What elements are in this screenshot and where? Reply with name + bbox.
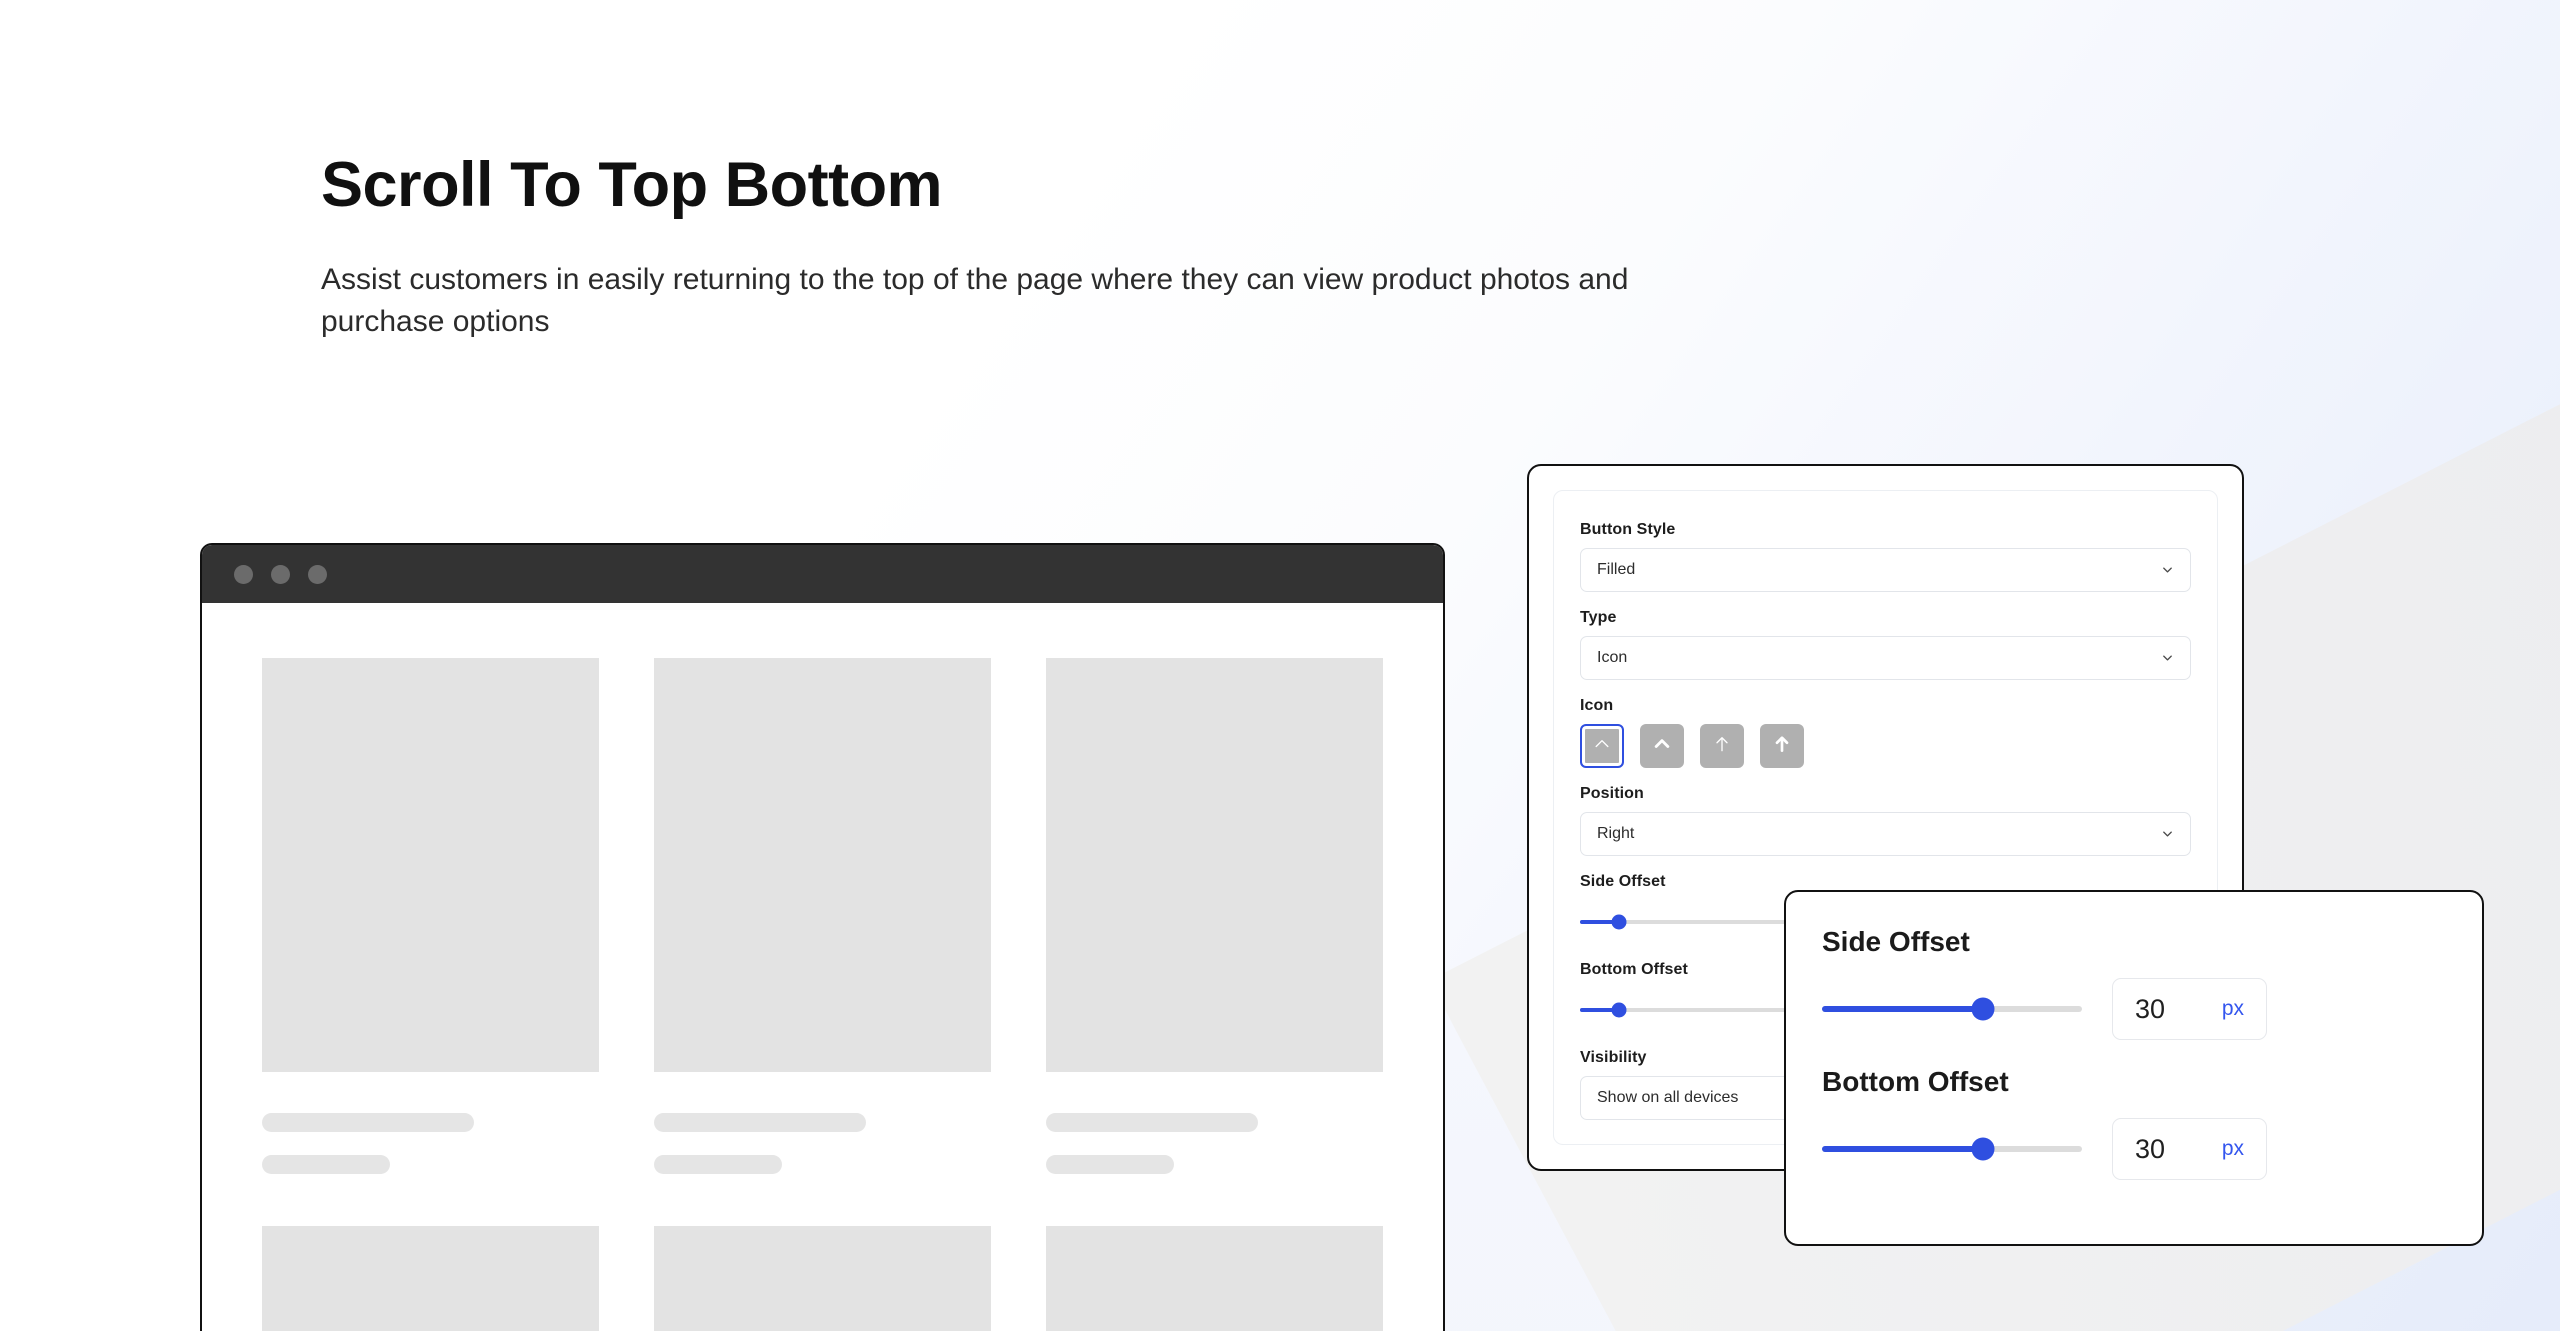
- type-label: Type: [1580, 609, 1617, 626]
- callout-side-offset-slider[interactable]: [1822, 997, 2082, 1021]
- product-title-placeholder: [262, 1113, 475, 1132]
- icon-choice-chevron-up-bold[interactable]: [1640, 724, 1684, 768]
- arrow-up-bold-icon: [1772, 734, 1792, 759]
- product-card[interactable]: [654, 1226, 991, 1331]
- window-close-dot-icon[interactable]: [234, 564, 253, 584]
- callout-side-offset-knob[interactable]: [1971, 997, 1995, 1021]
- icon-label: Icon: [1580, 697, 1614, 714]
- callout-side-offset-fill: [1822, 1006, 1984, 1012]
- callout-bottom-offset-slider[interactable]: [1822, 1137, 2082, 1161]
- chevron-up-bold-icon: [1652, 734, 1672, 759]
- callout-bottom-offset-input[interactable]: 30 px: [2112, 1118, 2267, 1180]
- side-offset-slider-knob[interactable]: [1611, 914, 1627, 930]
- callout-bottom-offset-value: 30: [2135, 1133, 2166, 1164]
- product-grid-row-2: [262, 1226, 1383, 1331]
- page-root: Scroll To Top Bottom Assist customers in…: [0, 0, 2560, 1331]
- button-style-label: Button Style: [1580, 521, 1676, 538]
- product-title-placeholder: [1046, 1113, 1259, 1132]
- window-maximize-dot-icon[interactable]: [308, 564, 327, 584]
- browser-titlebar: [202, 545, 1443, 603]
- product-title-placeholder: [654, 1113, 867, 1132]
- product-card[interactable]: [654, 658, 991, 1174]
- hero-section: Scroll To Top Bottom Assist customers in…: [321, 150, 1781, 344]
- callout-bottom-offset-label: Bottom Offset: [1822, 1066, 2009, 1097]
- type-select[interactable]: Icon: [1580, 636, 2191, 680]
- callout-side-offset-input[interactable]: 30 px: [2112, 978, 2267, 1040]
- product-grid-row-1: [262, 658, 1383, 1174]
- browser-content: [202, 603, 1443, 1331]
- product-card[interactable]: [262, 1226, 599, 1331]
- page-title: Scroll To Top Bottom: [321, 150, 943, 220]
- browser-mockup: [200, 543, 1445, 1331]
- callout-bottom-offset-knob[interactable]: [1971, 1137, 1995, 1161]
- product-card[interactable]: [262, 658, 599, 1174]
- callout-side-offset-row: 30 px: [1822, 978, 2446, 1040]
- window-minimize-dot-icon[interactable]: [271, 564, 290, 584]
- product-card[interactable]: [1046, 1226, 1383, 1331]
- arrow-up-thin-icon: [1712, 734, 1732, 759]
- button-style-value: Filled: [1597, 561, 1636, 578]
- chevron-down-icon: [2160, 651, 2175, 666]
- chevron-down-icon: [2160, 563, 2175, 578]
- side-offset-label: Side Offset: [1580, 873, 1666, 890]
- field-icon: Icon: [1580, 697, 2191, 768]
- callout-side-offset-label: Side Offset: [1822, 926, 1970, 957]
- product-image-placeholder: [262, 658, 599, 1072]
- product-card[interactable]: [1046, 658, 1383, 1174]
- callout-side-offset-value: 30: [2135, 993, 2166, 1024]
- icon-choice-arrow-up-bold[interactable]: [1760, 724, 1804, 768]
- icon-choice-group: [1580, 724, 2191, 768]
- position-label: Position: [1580, 785, 1644, 802]
- callout-side-offset-unit: px: [2221, 997, 2244, 1020]
- chevron-up-thin-icon: [1592, 734, 1612, 759]
- position-value: Right: [1597, 825, 1635, 842]
- button-style-select[interactable]: Filled: [1580, 548, 2191, 592]
- field-position: Position Right: [1580, 785, 2191, 856]
- callout-bottom-offset-unit: px: [2221, 1137, 2244, 1160]
- product-image-placeholder: [654, 1226, 991, 1331]
- callout-bottom-offset-fill: [1822, 1146, 1984, 1152]
- page-subtitle: Assist customers in easily returning to …: [321, 262, 1629, 339]
- product-image-placeholder: [654, 658, 991, 1072]
- visibility-value: Show on all devices: [1597, 1089, 1739, 1106]
- position-select[interactable]: Right: [1580, 812, 2191, 856]
- type-value: Icon: [1597, 649, 1628, 666]
- offset-callout-card: Side Offset 30 px Bottom Offset 30 px: [1784, 890, 2484, 1246]
- icon-choice-arrow-up-thin[interactable]: [1700, 724, 1744, 768]
- product-price-placeholder: [1046, 1155, 1175, 1174]
- product-image-placeholder: [1046, 1226, 1383, 1331]
- product-image-placeholder: [1046, 658, 1383, 1072]
- product-price-placeholder: [654, 1155, 783, 1174]
- bottom-offset-slider-knob[interactable]: [1611, 1002, 1627, 1018]
- icon-choice-chevron-up-thin[interactable]: [1580, 724, 1624, 768]
- chevron-down-icon: [2160, 827, 2175, 842]
- product-price-placeholder: [262, 1155, 391, 1174]
- callout-bottom-offset-row: 30 px: [1822, 1118, 2446, 1180]
- field-button-style: Button Style Filled: [1580, 521, 2191, 592]
- product-image-placeholder: [262, 1226, 599, 1331]
- field-type: Type Icon: [1580, 609, 2191, 680]
